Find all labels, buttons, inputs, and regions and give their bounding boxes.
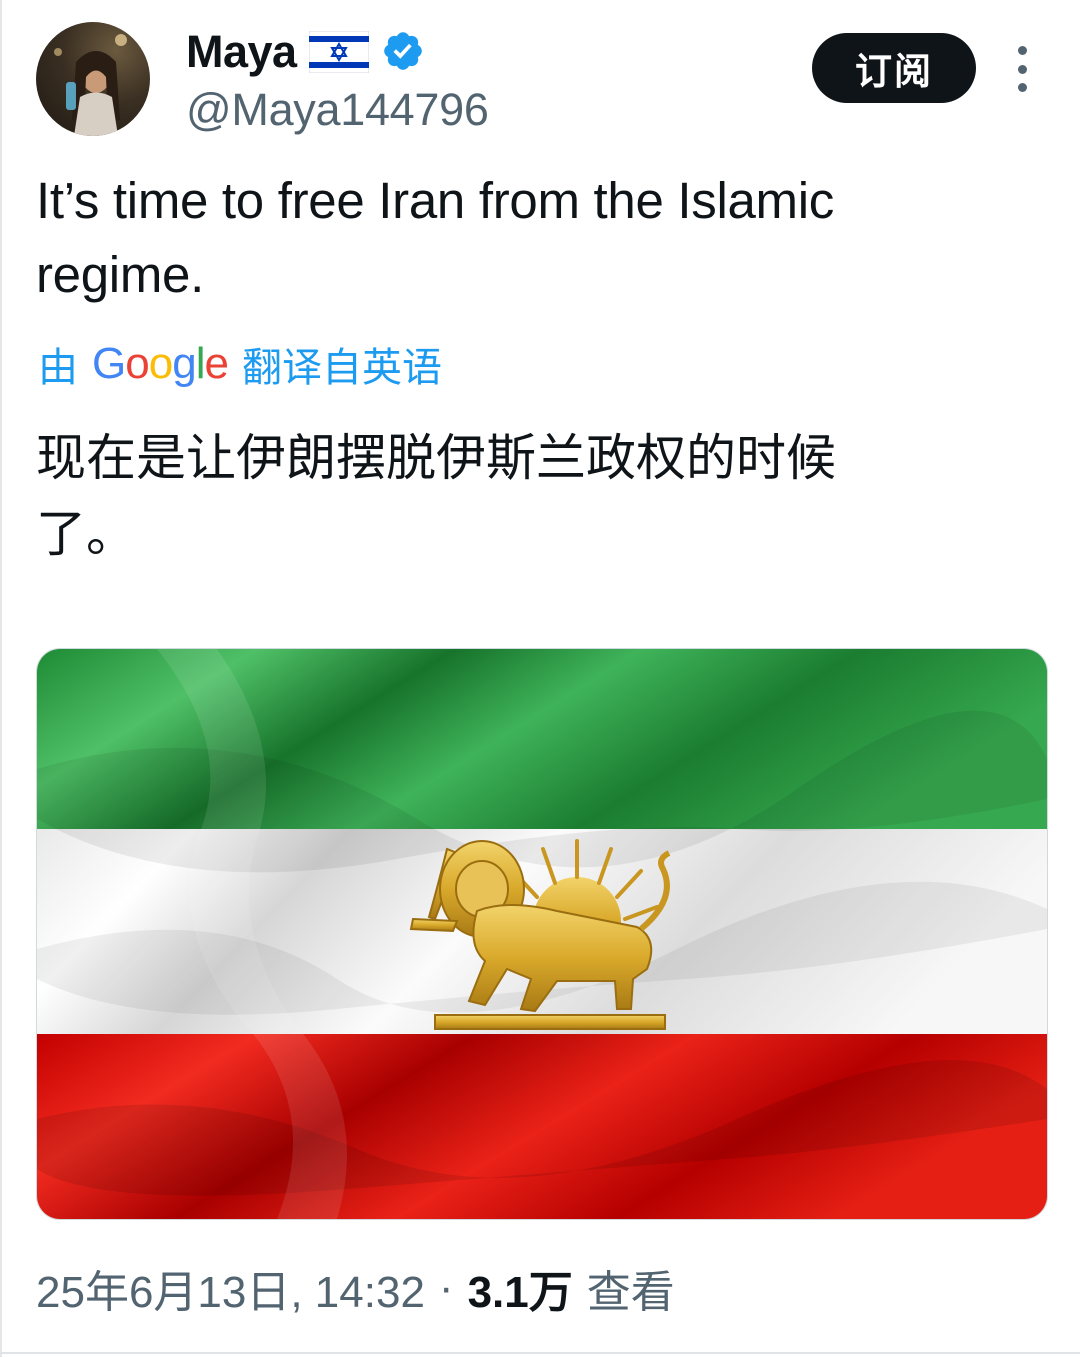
subscribe-button[interactable]: 订阅 [812, 33, 976, 103]
tweet-text-line: regime. [36, 246, 204, 303]
google-logo: Google [92, 339, 229, 388]
tweet-meta: 25年6月13日, 14:32 · 3.1万 查看 [36, 1258, 675, 1318]
tweet-media-image[interactable] [36, 648, 1048, 1220]
translated-text-line: 了。 [36, 506, 136, 562]
tweet-text: It’s time to free Iran from the Islamic … [36, 164, 1036, 312]
tweet-timestamp[interactable]: 25年6月13日, 14:32 [36, 1256, 425, 1320]
more-dot [1017, 83, 1027, 92]
translation-suffix: 翻译自英语 [241, 346, 442, 390]
more-dot [1017, 64, 1027, 74]
iran-lion-and-sun-flag-image [37, 649, 1047, 1219]
author-display-name[interactable]: Maya [186, 26, 297, 78]
author-name-row: Maya [186, 26, 425, 78]
more-vertical-icon[interactable] [1006, 46, 1038, 92]
more-dot [1017, 46, 1027, 55]
translation-attribution[interactable]: 由 Google 翻译自英语 [38, 336, 442, 392]
translated-text-line: 现在是让伊朗摆脱伊斯兰政权的时候 [36, 430, 836, 486]
tweet-card: Maya @Maya144796 订阅 It’s time to free Ir… [0, 0, 1080, 1357]
views-label: 查看 [586, 1268, 675, 1317]
tweet-divider [0, 1352, 1080, 1354]
translated-text: 现在是让伊朗摆脱伊斯兰政权的时候 了。 [36, 420, 976, 572]
author-handle[interactable]: @Maya144796 [186, 84, 489, 136]
emblem-base [434, 1014, 666, 1030]
translation-prefix: 由 [38, 346, 78, 390]
avatar[interactable] [36, 22, 150, 136]
israel-flag-icon [308, 30, 370, 78]
left-border [0, 0, 2, 1357]
meta-separator: · [438, 1263, 454, 1312]
tweet-text-line: It’s time to free Iran from the Islamic [36, 172, 834, 229]
verified-badge-icon[interactable] [381, 29, 425, 78]
views-count: 3.1万 [467, 1268, 573, 1317]
